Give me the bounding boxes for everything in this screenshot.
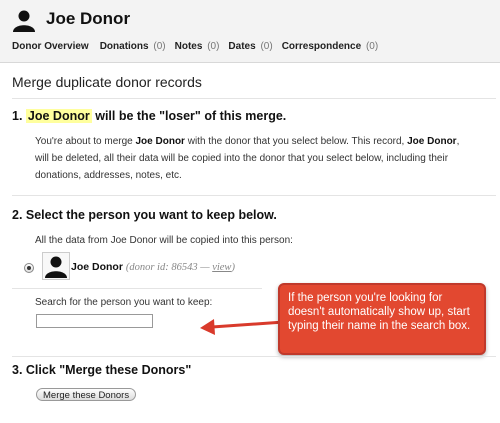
step3-title: 3. Click "Merge these Donors": [12, 363, 192, 377]
search-label: Search for the person you want to keep:: [35, 297, 213, 308]
text: You're about to merge: [35, 136, 136, 147]
tab-notes[interactable]: Notes (0): [175, 41, 220, 52]
callout-arrow-icon: [200, 319, 285, 335]
tab-label: Donations: [99, 41, 149, 52]
keep-person-radio[interactable]: [24, 263, 34, 273]
tab-donations[interactable]: Donations (0): [100, 41, 166, 52]
merge-donors-button[interactable]: Merge these Donors: [36, 388, 137, 401]
person-silhouette-icon: [45, 256, 67, 278]
donor-name-bold: Joe Donor: [135, 136, 185, 147]
divider: [12, 98, 496, 99]
step1-number: 1.: [12, 109, 23, 123]
highlighted-donor-name: Joe Donor: [25, 109, 92, 123]
tab-count: (0): [365, 41, 379, 52]
divider: [12, 195, 496, 196]
person-silhouette-icon: [13, 10, 35, 32]
donor-id: (donor id: 86543 — view): [126, 262, 235, 273]
tab-label: Correspondence: [281, 41, 362, 52]
person-entry: Joe Donor (donor id: 86543 — view): [71, 261, 235, 273]
tab-dates[interactable]: Dates (0): [228, 41, 272, 52]
divider: [12, 356, 496, 357]
step1-title-text: will be the "loser" of this merge.: [95, 109, 287, 123]
tab-label: Notes: [174, 41, 203, 52]
donor-id-text: (donor id: 86543 —: [125, 262, 210, 273]
step1-description: You're about to merge Joe Donor with the…: [35, 133, 475, 184]
page-title: Merge duplicate donor records: [12, 74, 202, 90]
person-name: Joe Donor: [71, 261, 123, 273]
step1-title: 1. Joe Donor will be the "loser" of this…: [12, 109, 286, 123]
tab-label: Donor Overview: [12, 41, 89, 52]
divider: [12, 288, 262, 289]
donor-id-close: ): [231, 262, 235, 273]
person-search-input[interactable]: [36, 314, 153, 328]
tab-correspondence[interactable]: Correspondence (0): [282, 41, 378, 52]
donor-tabs: Donor Overview Donations (0) Notes (0) Date…: [12, 41, 387, 52]
step2-title: 2. Select the person you want to keep be…: [12, 208, 277, 222]
donor-name-heading: Joe Donor: [46, 9, 131, 28]
tab-count: (0): [260, 41, 273, 52]
step2-description: All the data from Joe Donor will be copi…: [35, 235, 293, 246]
donor-name-bold: Joe Donor: [407, 136, 457, 147]
tab-count: (0): [207, 41, 220, 52]
text: with the donor that you select below. Th…: [184, 136, 408, 147]
help-callout: If the person you're looking for doesn't…: [278, 283, 486, 355]
donor-header: Joe Donor Donor Overview Donations (0) Not…: [0, 0, 500, 63]
tab-label: Dates: [228, 41, 256, 52]
tab-donor-overview[interactable]: Donor Overview: [12, 41, 91, 52]
view-link[interactable]: view: [212, 262, 231, 273]
avatar: [42, 252, 70, 280]
tab-count: (0): [153, 41, 166, 52]
